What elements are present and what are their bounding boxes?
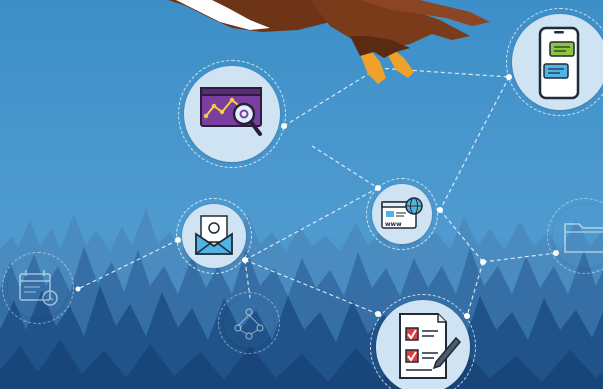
network-molecule-icon (234, 308, 264, 340)
folder-node (547, 198, 603, 274)
mobile-chat-node (506, 8, 603, 116)
analytics-node (178, 60, 286, 168)
analytics-magnifier-icon (200, 87, 262, 136)
checklist-document-icon (399, 313, 462, 379)
website-node: www (366, 178, 438, 250)
folder-icon (564, 223, 603, 253)
checklist-node (370, 294, 476, 389)
calendar-clock-icon (19, 270, 58, 306)
mobile-chat-icon (538, 26, 580, 100)
illustration-scene: www (0, 0, 603, 389)
network-node (218, 292, 280, 354)
website-globe-icon: www (381, 197, 423, 229)
svg-text:www: www (385, 221, 402, 228)
email-envelope-icon (195, 215, 233, 255)
calendar-node (2, 252, 74, 324)
email-node (176, 198, 252, 274)
